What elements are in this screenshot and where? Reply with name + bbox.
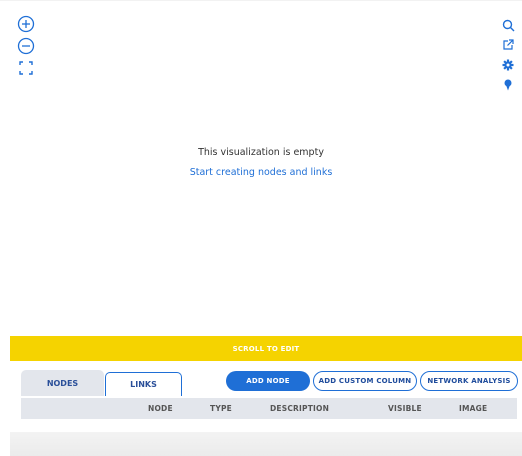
- fit-screen-icon[interactable]: [16, 58, 36, 78]
- column-header-type[interactable]: TYPE: [210, 398, 232, 419]
- empty-state-title: This visualization is empty: [198, 147, 324, 158]
- start-creating-link[interactable]: Start creating nodes and links: [0, 167, 522, 178]
- column-header-image[interactable]: IMAGE: [459, 398, 487, 419]
- tab-nodes[interactable]: NODES: [21, 370, 104, 396]
- search-icon[interactable]: [500, 17, 516, 33]
- table-body-area: [10, 432, 522, 456]
- share-icon[interactable]: [500, 37, 516, 53]
- column-header-node[interactable]: NODE: [148, 398, 173, 419]
- table-header: NODE TYPE DESCRIPTION VISIBLE IMAGE: [21, 398, 517, 419]
- zoom-in-icon[interactable]: [16, 14, 36, 34]
- column-header-description[interactable]: DESCRIPTION: [270, 398, 329, 419]
- settings-gear-icon[interactable]: [500, 57, 516, 73]
- scroll-to-edit-banner[interactable]: SCROLL TO EDIT: [10, 336, 522, 361]
- add-custom-column-button[interactable]: ADD CUSTOM COLUMN: [313, 371, 417, 391]
- data-editor-panel: NODES LINKS ADD NODE ADD CUSTOM COLUMN N…: [10, 361, 522, 431]
- visualization-canvas[interactable]: This visualization is empty Start creati…: [0, 0, 522, 337]
- scroll-to-edit-label: SCROLL TO EDIT: [232, 344, 300, 353]
- add-node-button[interactable]: ADD NODE: [226, 371, 310, 391]
- map-pin-icon[interactable]: [500, 77, 516, 93]
- column-header-visible[interactable]: VISIBLE: [388, 398, 422, 419]
- network-analysis-button[interactable]: NETWORK ANALYSIS: [420, 371, 518, 391]
- tab-nodes-label: NODES: [46, 378, 79, 388]
- zoom-out-icon[interactable]: [16, 36, 36, 56]
- tab-links-label: LINKS: [130, 380, 157, 389]
- tab-links[interactable]: LINKS: [105, 372, 182, 396]
